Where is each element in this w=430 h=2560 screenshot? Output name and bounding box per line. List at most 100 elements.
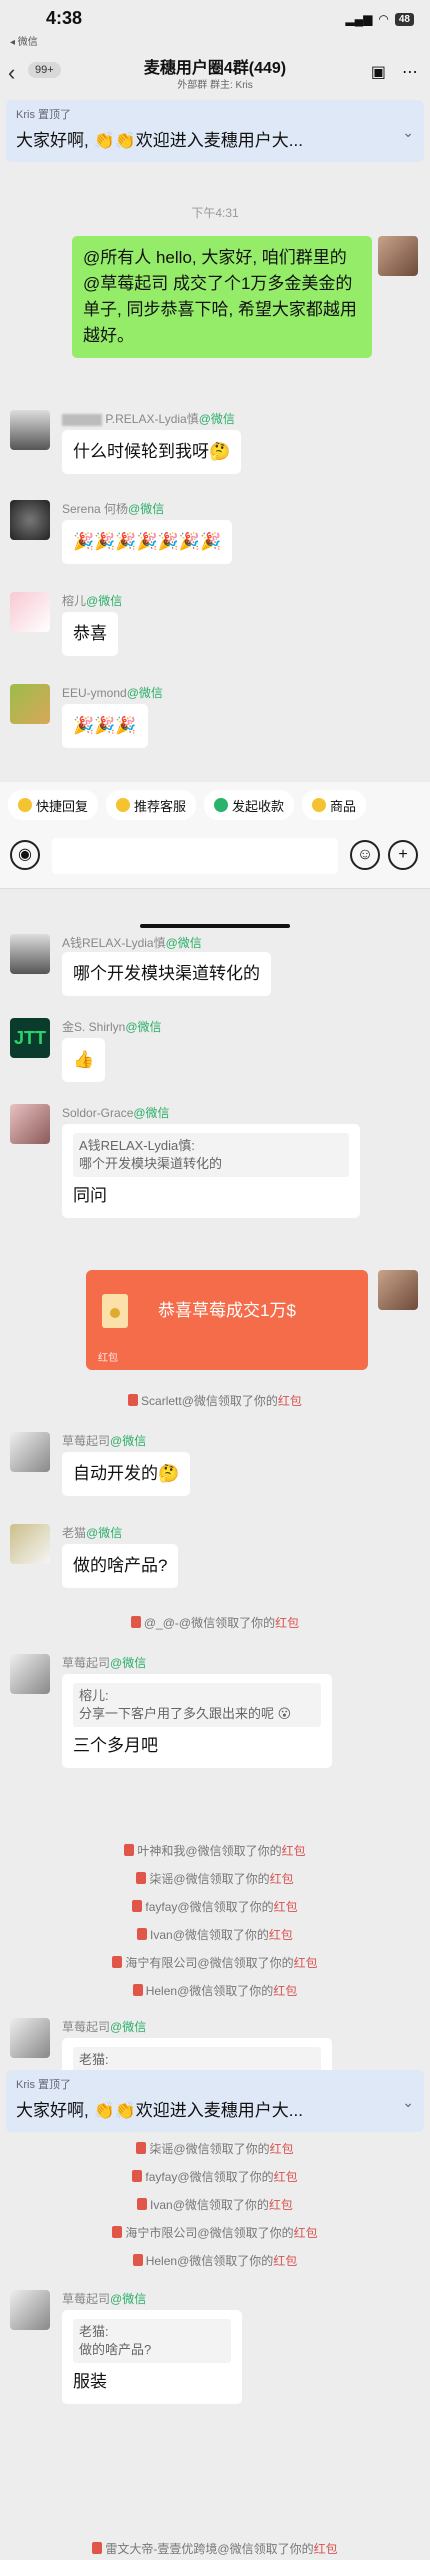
red-packet-icon bbox=[124, 1844, 135, 1856]
signal-icon: ▂▄▆ bbox=[345, 12, 373, 26]
red-packet-icon bbox=[132, 2170, 143, 2182]
system-notice: Ivan@微信领取了你的红包 bbox=[0, 1926, 430, 1943]
sender-name: 草莓起司@微信 bbox=[62, 1656, 147, 1670]
red-packet-icon bbox=[92, 2542, 103, 2554]
pinned-text: 大家好啊, 👏👏欢迎进入麦穗用户大... bbox=[16, 131, 303, 150]
red-packet-card[interactable]: 恭喜草莓成交1万$ 红包 bbox=[86, 1270, 368, 1370]
message-bubble[interactable]: 哪个开发模块渠道转化的 bbox=[62, 952, 271, 996]
quick-reply-icon bbox=[18, 798, 32, 812]
red-packet-icon bbox=[130, 1616, 141, 1628]
more-icon[interactable]: ⋯ bbox=[402, 62, 418, 82]
products-button[interactable]: 商品 bbox=[302, 790, 367, 820]
status-icons: ▂▄▆ ◠ 48 bbox=[345, 12, 414, 26]
system-notice: 柒谣@微信领取了你的红包 bbox=[0, 1870, 430, 1887]
status-time: 4:38 bbox=[46, 8, 83, 28]
message-bubble[interactable]: 👍 bbox=[62, 1038, 106, 1082]
sender-name: 草莓起司@微信 bbox=[62, 2292, 147, 2306]
system-notice: 海宁有限公司@微信领取了你的红包 bbox=[0, 1954, 430, 1971]
message-bubble[interactable]: 🎉🎉🎉 bbox=[62, 704, 148, 748]
avatar[interactable] bbox=[10, 500, 50, 540]
payment-icon bbox=[214, 798, 229, 812]
screenshot-divider bbox=[0, 888, 430, 916]
system-notice: Ivan@微信领取了你的红包 bbox=[0, 2196, 430, 2213]
message-text: 同问 bbox=[73, 1186, 107, 1205]
chat-header: ‹ 99+ 麦穗用户圈4群(449) 外部群 群主: Kris ▣ ⋯ bbox=[0, 46, 430, 98]
quoted-message-bubble[interactable]: 老猫: 做的啥产品? 服装 bbox=[62, 2310, 242, 2404]
red-packet-icon bbox=[132, 1900, 143, 1912]
pinned-by: Kris 置顶了 bbox=[16, 2079, 71, 2091]
system-notice: Helen@微信领取了你的红包 bbox=[0, 2252, 430, 2269]
avatar[interactable] bbox=[10, 592, 50, 632]
message-bubble[interactable]: 恭喜 bbox=[62, 612, 118, 656]
input-bar: ◉ ☺ + bbox=[0, 828, 430, 888]
sender-name: P.RELAX-Lydia慎@微信 bbox=[62, 410, 235, 427]
red-packet-icon bbox=[128, 1394, 139, 1406]
collect-payment-button[interactable]: 发起收款 bbox=[204, 790, 295, 820]
pinned-message[interactable]: Kris 置顶了 大家好啊, 👏👏欢迎进入麦穗用户大... ⌄ bbox=[6, 100, 424, 162]
plus-icon[interactable]: + bbox=[388, 840, 418, 870]
video-call-icon[interactable]: ▣ bbox=[371, 62, 386, 82]
avatar[interactable] bbox=[10, 1432, 50, 1472]
avatar[interactable] bbox=[10, 410, 50, 450]
header-actions: ▣ ⋯ bbox=[371, 62, 418, 82]
product-icon bbox=[312, 798, 327, 812]
system-notice: @_@-@微信领取了你的红包 bbox=[0, 1614, 430, 1631]
recommend-service-button[interactable]: 推荐客服 bbox=[106, 790, 197, 820]
battery-icon: 48 bbox=[394, 12, 414, 26]
voice-icon[interactable]: ◉ bbox=[10, 840, 40, 870]
red-packet-icon bbox=[112, 2226, 123, 2238]
my-avatar[interactable] bbox=[378, 236, 418, 276]
avatar[interactable]: JTT bbox=[10, 1018, 50, 1058]
red-packet-icon bbox=[136, 2142, 147, 2154]
quick-reply-button[interactable]: 快捷回复 bbox=[8, 790, 99, 820]
status-bar: 4:38 ◂ 微信 ▂▄▆ ◠ 48 bbox=[0, 0, 430, 48]
chevron-down-icon[interactable]: ⌄ bbox=[402, 124, 414, 141]
avatar[interactable] bbox=[10, 2018, 50, 2058]
emoji-icon[interactable]: ☺ bbox=[350, 840, 380, 870]
avatar[interactable] bbox=[10, 684, 50, 724]
quote-block: 老猫: 做的啥产品? bbox=[73, 2319, 231, 2363]
group-title: 麦穗用户圈4群(449) bbox=[143, 60, 287, 77]
my-message-bubble[interactable]: @所有人 hello, 大家好, 咱们群里的 @草莓起司 成交了个1万多金美金的… bbox=[72, 236, 372, 358]
chat-screen: { "status": { "time": "4:38", "back_app"… bbox=[0, 0, 430, 2560]
my-avatar[interactable] bbox=[378, 1270, 418, 1310]
red-packet-icon bbox=[132, 2254, 143, 2266]
message-text: 三个多月吧 bbox=[73, 1736, 158, 1755]
sender-name: 草莓起司@微信 bbox=[62, 1434, 147, 1448]
avatar[interactable] bbox=[10, 1654, 50, 1694]
pinned-message[interactable]: Kris 置顶了 大家好啊, 👏👏欢迎进入麦穗用户大... ⌄ bbox=[6, 2070, 424, 2132]
timestamp: 下午4:31 bbox=[191, 206, 239, 220]
message-text: 服装 bbox=[73, 2372, 107, 2391]
pinned-by: Kris 置顶了 bbox=[16, 109, 71, 121]
chevron-down-icon[interactable]: ⌄ bbox=[402, 2094, 414, 2111]
avatar[interactable] bbox=[10, 1104, 50, 1144]
quoted-message-bubble[interactable]: A钱RELAX-Lydia慎: 哪个开发模块渠道转化的 同问 bbox=[62, 1124, 360, 1218]
message-bubble[interactable]: 做的啥产品? bbox=[62, 1544, 179, 1588]
sender-name: Soldor-Grace@微信 bbox=[62, 1106, 170, 1120]
red-envelope-icon bbox=[102, 1294, 128, 1328]
message-bubble[interactable]: 自动开发的🤔 bbox=[62, 1452, 191, 1496]
pinned-text: 大家好啊, 👏👏欢迎进入麦穗用户大... bbox=[16, 2101, 303, 2120]
system-notice: 叶神和我@微信领取了你的红包 bbox=[0, 1842, 430, 1859]
system-notice: fayfay@微信领取了你的红包 bbox=[0, 1898, 430, 1915]
quote-block: 榕儿: 分享一下客户用了多久跟出来的呢 😮 bbox=[73, 1683, 321, 1727]
red-packet-icon bbox=[132, 1984, 143, 1996]
message-bubble[interactable]: 🎉🎉🎉🎉🎉🎉🎉 bbox=[62, 520, 233, 564]
sender-name: 草莓起司@微信 bbox=[62, 2020, 147, 2034]
quick-action-bar: 快捷回复 推荐客服 发起收款 商品 bbox=[0, 782, 430, 828]
group-subtitle: 外部群 群主: Kris bbox=[177, 80, 253, 91]
sender-name: 老猫@微信 bbox=[62, 1526, 123, 1540]
service-icon bbox=[116, 798, 131, 812]
system-notice: 海宁市限公司@微信领取了你的红包 bbox=[0, 2224, 430, 2241]
message-bubble[interactable]: 什么时候轮到我呀🤔 bbox=[62, 430, 242, 474]
sender-name: Serena 何杨@微信 bbox=[62, 502, 165, 516]
system-notice: 雷文大帝-壹壹优跨境@微信领取了你的红包 bbox=[0, 2540, 430, 2557]
red-packet-icon bbox=[137, 1928, 148, 1940]
message-input[interactable] bbox=[52, 838, 338, 874]
home-indicator bbox=[140, 924, 290, 928]
avatar[interactable] bbox=[10, 2290, 50, 2330]
quoted-message-bubble[interactable]: 榕儿: 分享一下客户用了多久跟出来的呢 😮 三个多月吧 bbox=[62, 1674, 332, 1768]
avatar[interactable] bbox=[10, 1524, 50, 1564]
sender-name: EEU-ymond@微信 bbox=[62, 686, 163, 700]
avatar[interactable] bbox=[10, 934, 50, 974]
